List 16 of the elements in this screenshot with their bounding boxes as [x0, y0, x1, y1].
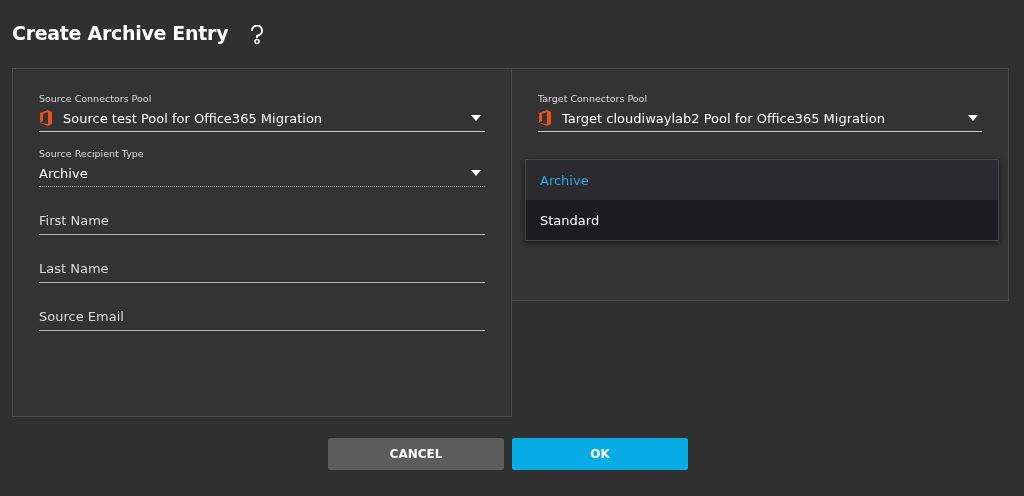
help-icon[interactable]	[250, 25, 265, 45]
text-field[interactable]: Last Name	[39, 261, 485, 283]
office-icon	[39, 110, 53, 126]
source-pool-select[interactable]: Source Connectors Pool Source test Pool for Office365 Migration	[39, 93, 485, 132]
caret-icon	[471, 170, 481, 176]
dropdown-option[interactable]: Standard	[526, 200, 998, 240]
text-field[interactable]: Source Email	[39, 309, 485, 331]
caret-icon	[968, 115, 978, 121]
target-pool-select[interactable]: Target Connectors Pool Target cloudiwaylab2 Pool for Office365 Migration	[538, 93, 982, 132]
office-icon	[538, 110, 552, 126]
caret-icon	[471, 115, 481, 121]
text-field[interactable]: First Name	[39, 213, 485, 235]
source-recipient-type-select[interactable]: Source Recipient Type Archive	[39, 148, 485, 187]
cancel-button[interactable]: CANCEL	[328, 438, 504, 470]
dropdown-option[interactable]: Archive	[526, 160, 998, 200]
dialog-title: Create Archive Entry	[12, 22, 229, 44]
